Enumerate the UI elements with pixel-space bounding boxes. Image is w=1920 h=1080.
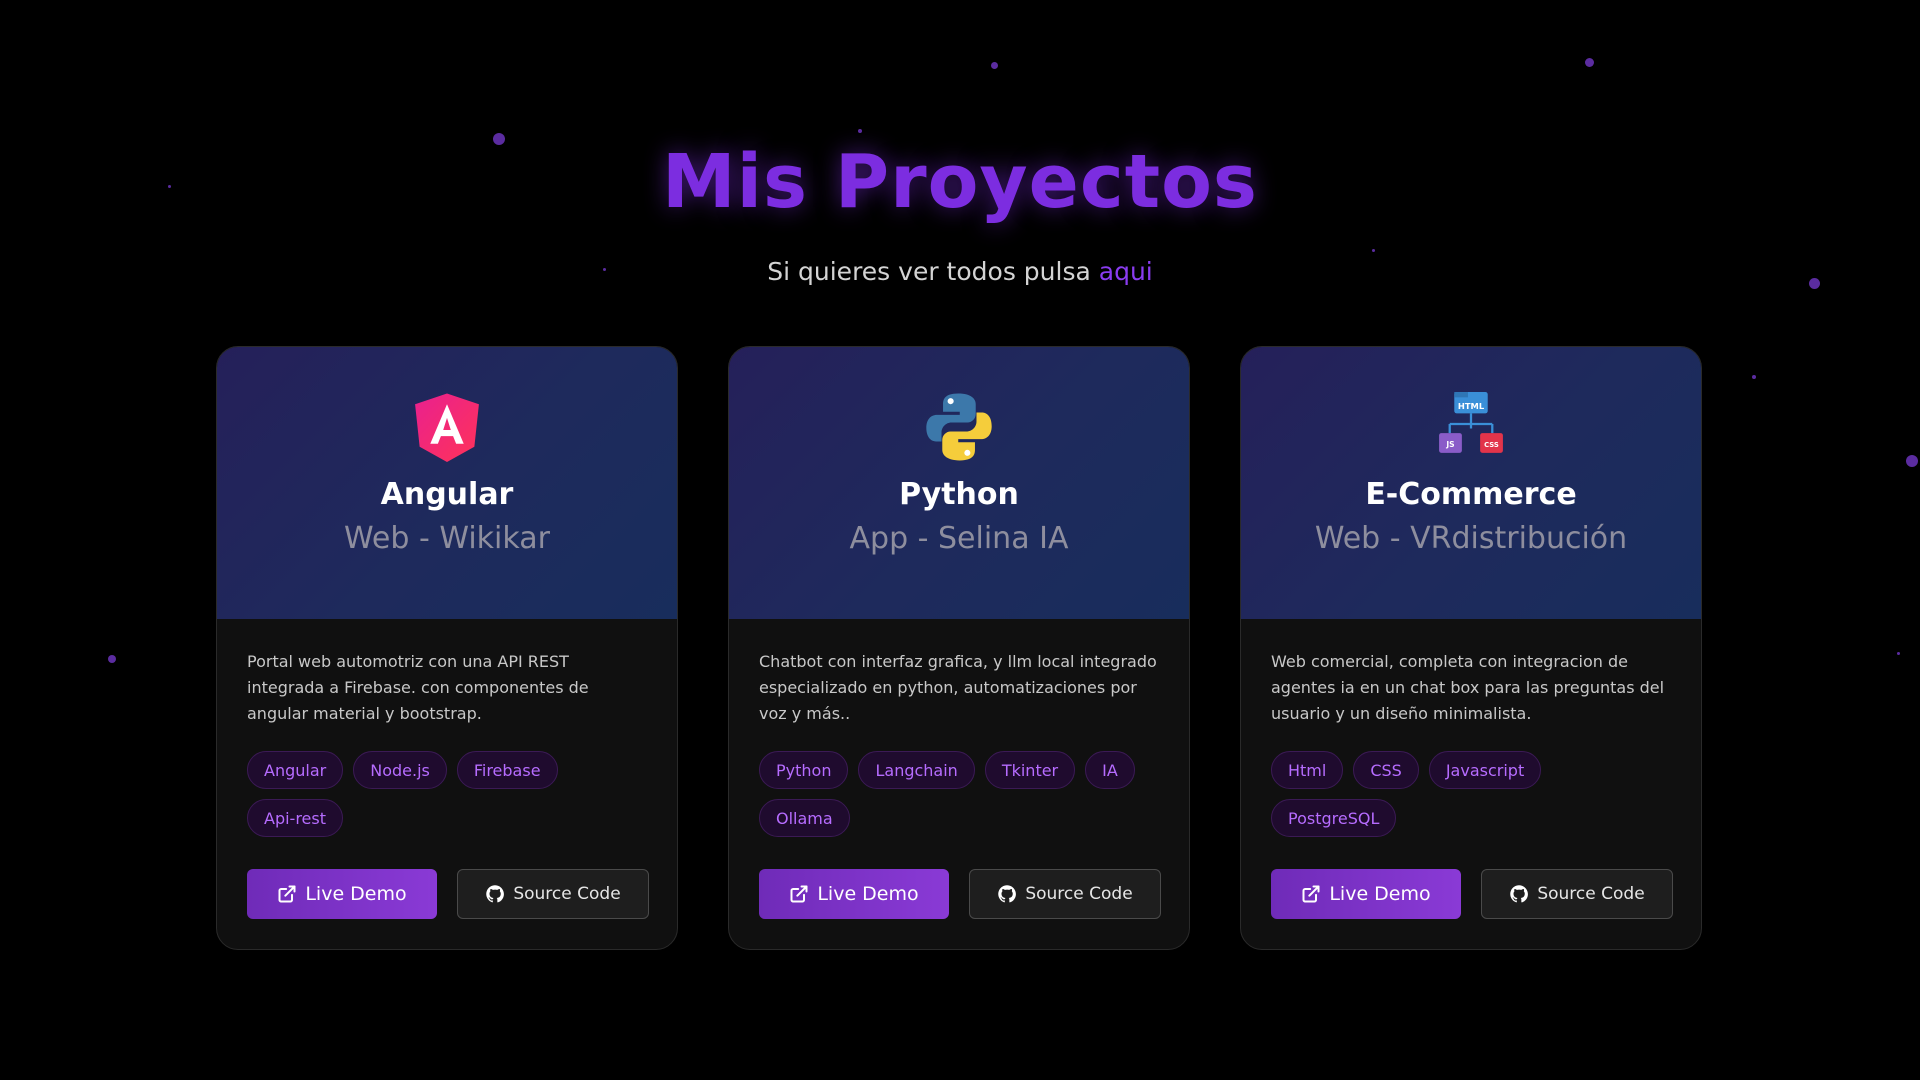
project-name: E-Commerce (1365, 477, 1577, 512)
project-description: Web comercial, completa con integracion … (1271, 652, 1665, 723)
source-code-label: Source Code (1537, 884, 1645, 904)
star-decoration (1906, 455, 1918, 467)
tag: Tkinter (984, 751, 1076, 789)
project-description: Portal web automotriz con una API REST i… (247, 652, 589, 723)
github-icon (486, 885, 505, 903)
project-card-angular: Angular Web - Wikikar Portal web automot… (216, 346, 678, 950)
external-link-icon (1302, 885, 1320, 903)
tag: Python (759, 751, 849, 789)
tag: Html (1271, 751, 1344, 789)
source-code-button[interactable]: Source Code (1481, 869, 1673, 919)
svg-text:JS: JS (1445, 440, 1454, 449)
view-all-link[interactable]: aqui (1099, 257, 1153, 286)
tag: Angular (247, 751, 344, 789)
star-decoration (858, 129, 862, 133)
card-header: Python App - Selina IA (729, 347, 1189, 619)
source-code-label: Source Code (513, 884, 621, 904)
web-stack-icon: HTML JS CSS (1439, 392, 1503, 453)
project-name: Angular (380, 477, 514, 512)
project-subtitle: Web - VRdistribución (1314, 521, 1628, 556)
tag: PostgreSQL (1271, 799, 1397, 837)
source-code-button[interactable]: Source Code (457, 869, 649, 919)
project-card-python: Python App - Selina IA Chatbot con inter… (728, 346, 1190, 950)
star-decoration (991, 62, 998, 69)
svg-text:CSS: CSS (1484, 441, 1499, 449)
tag-list: Python Langchain Tkinter IA Ollama (759, 751, 1159, 837)
tag: Langchain (858, 751, 975, 789)
section-header: Mis Proyectos Si quieres ver todos pulsa… (0, 138, 1920, 288)
live-demo-label: Live Demo (817, 883, 919, 905)
star-decoration (108, 655, 116, 663)
project-card-ecommerce: HTML JS CSS E-Commerce Web - VRdistribuc… (1240, 346, 1702, 950)
live-demo-label: Live Demo (305, 883, 407, 905)
tag: Node.js (353, 751, 447, 789)
live-demo-button[interactable]: Live Demo (1271, 869, 1461, 919)
tag: Api-rest (247, 799, 343, 837)
page-subtitle: Si quieres ver todos pulsa aqui (0, 256, 1920, 288)
card-actions: Live Demo Source Code (1271, 869, 1673, 919)
live-demo-button[interactable]: Live Demo (759, 869, 949, 919)
project-description: Chatbot con interfaz grafica, y llm loca… (759, 652, 1157, 723)
external-link-icon (278, 885, 296, 903)
star-decoration (1585, 58, 1594, 67)
python-logo-icon (926, 393, 992, 461)
tag-list: Html CSS Javascript PostgreSQL (1271, 751, 1671, 837)
svg-text:HTML: HTML (1458, 401, 1485, 411)
live-demo-label: Live Demo (1329, 883, 1431, 905)
card-header: Angular Web - Wikikar (217, 347, 677, 619)
card-header: HTML JS CSS E-Commerce Web - VRdistribuc… (1241, 347, 1701, 619)
star-decoration (1752, 375, 1756, 379)
github-icon (1510, 885, 1529, 903)
project-name: Python (899, 477, 1019, 512)
angular-logo-icon (415, 393, 479, 462)
source-code-label: Source Code (1025, 884, 1133, 904)
tag: Firebase (456, 751, 558, 789)
star-decoration (1897, 652, 1900, 655)
project-subtitle: App - Selina IA (849, 521, 1069, 556)
source-code-button[interactable]: Source Code (969, 869, 1161, 919)
project-subtitle: Web - Wikikar (344, 521, 550, 556)
tag: Javascript (1428, 751, 1542, 789)
subtitle-text: Si quieres ver todos pulsa (767, 257, 1091, 286)
tag-list: Angular Node.js Firebase Api-rest (247, 751, 647, 837)
page-title: Mis Proyectos (662, 139, 1258, 225)
tag: IA (1085, 751, 1135, 789)
live-demo-button[interactable]: Live Demo (247, 869, 437, 919)
github-icon (998, 885, 1017, 903)
card-actions: Live Demo Source Code (247, 869, 649, 919)
card-actions: Live Demo Source Code (759, 869, 1161, 919)
tag: CSS (1353, 751, 1419, 789)
external-link-icon (790, 885, 808, 903)
projects-grid: Angular Web - Wikikar Portal web automot… (216, 346, 1702, 950)
tag: Ollama (759, 799, 850, 837)
